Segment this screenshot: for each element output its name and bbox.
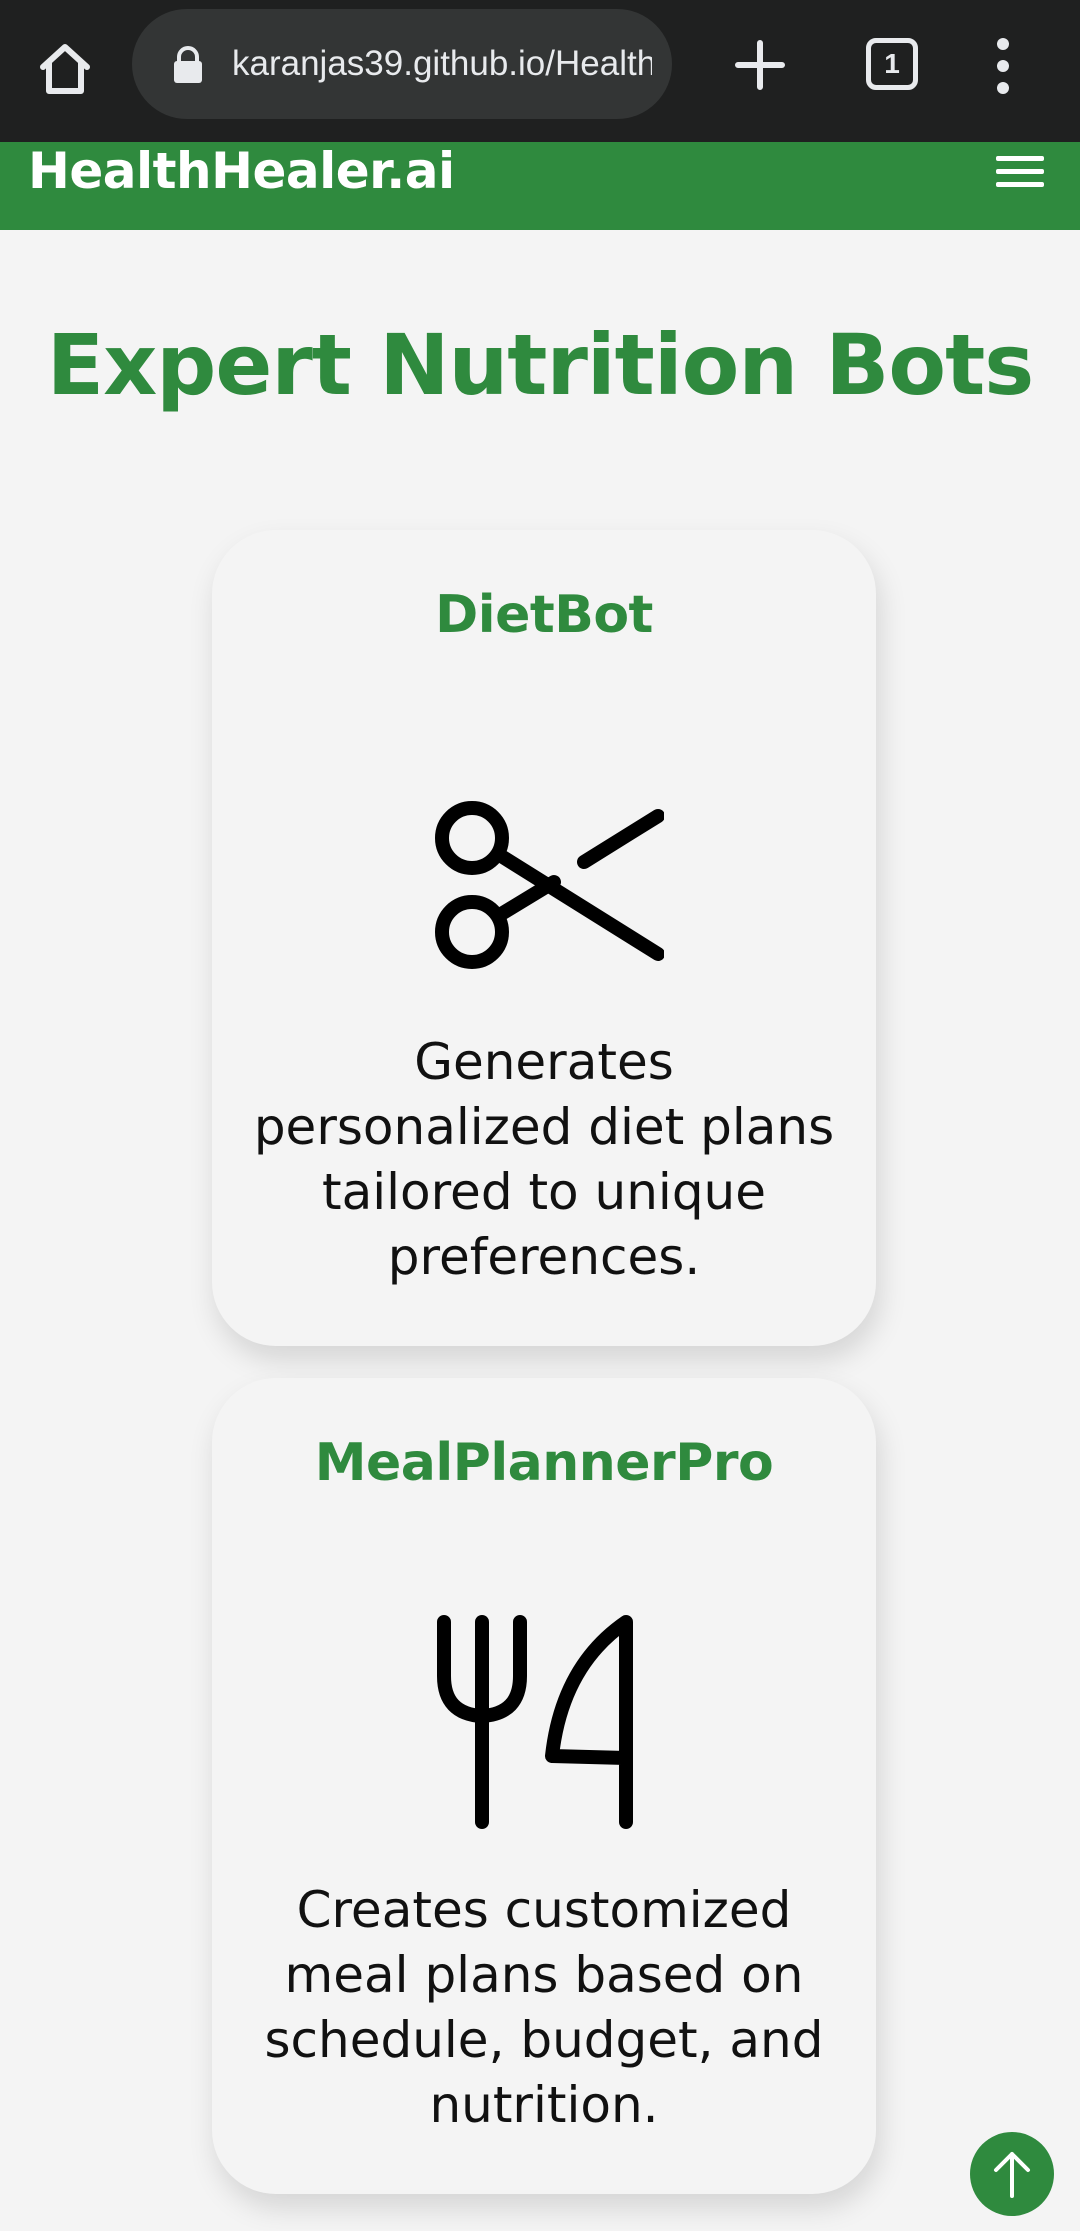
tab-count: 1 <box>884 48 900 79</box>
more-vert-icon[interactable] <box>985 36 1021 96</box>
fork-knife-icon <box>437 1615 633 1829</box>
lock-icon <box>174 46 202 83</box>
url-text[interactable]: karanjas39.github.io/HealthHealer.ai <box>232 9 652 119</box>
bot-description: Creates customized meal plans based on s… <box>264 1881 824 2134</box>
home-icon[interactable] <box>30 34 100 104</box>
bot-description: Generates personalized diet plans tailor… <box>253 1033 835 1286</box>
plus-icon[interactable] <box>730 35 790 95</box>
hamburger-icon[interactable] <box>996 152 1044 192</box>
page-title: Expert Nutrition Bots <box>46 316 1035 414</box>
bot-card-mealplannerpro[interactable]: MealPlannerPro Creates customized meal p… <box>212 1378 876 2194</box>
bot-name: DietBot <box>435 585 653 645</box>
address-bar[interactable]: karanjas39.github.io/HealthHealer.ai <box>132 9 672 119</box>
bot-name: MealPlannerPro <box>314 1433 774 1493</box>
scissors-icon <box>435 801 664 969</box>
arrow-up-icon <box>994 2152 1030 2198</box>
site-header: HealthHealer.ai <box>0 142 1080 230</box>
tab-switcher-icon[interactable]: 1 <box>866 38 918 90</box>
browser-toolbar: karanjas39.github.io/HealthHealer.ai 1 <box>0 0 1080 142</box>
scroll-to-top-button[interactable] <box>970 2132 1054 2216</box>
brand-logo[interactable]: HealthHealer.ai <box>28 142 455 200</box>
bot-card-dietbot[interactable]: DietBot Generates personalized diet plan… <box>212 530 876 1346</box>
